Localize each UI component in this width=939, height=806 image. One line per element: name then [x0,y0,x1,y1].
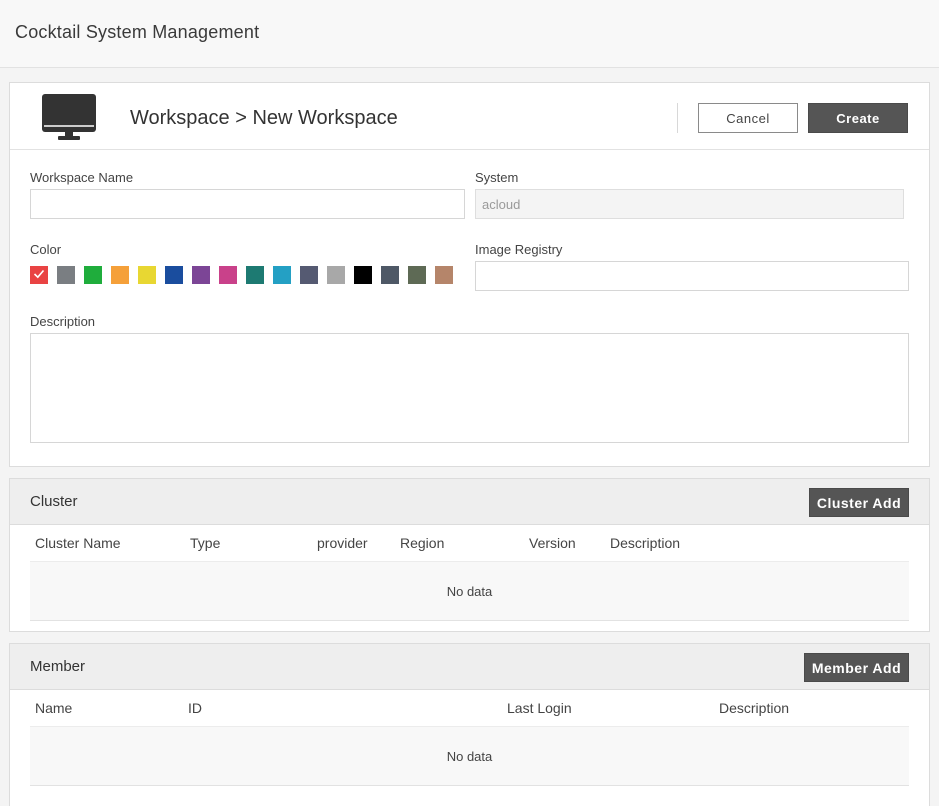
system-field [475,189,904,219]
column-header-version[interactable]: Version [529,535,576,551]
app-title: Cocktail System Management [15,22,260,42]
workspace-name-input[interactable] [30,189,465,219]
color-swatch[interactable] [246,266,264,284]
check-icon [33,269,45,279]
color-swatch[interactable] [381,266,399,284]
workspace-header: Workspace > New Workspace Cancel Create [10,83,929,150]
monitor-icon [42,94,96,140]
color-swatch[interactable] [300,266,318,284]
color-swatch[interactable] [219,266,237,284]
app-header: Cocktail System Management [0,0,939,68]
description-label: Description [30,314,96,329]
color-swatch[interactable] [30,266,48,284]
column-header-type[interactable]: Type [190,535,220,551]
color-swatch[interactable] [327,266,345,284]
cluster-title: Cluster [30,493,78,510]
column-header-region[interactable]: Region [400,535,444,551]
workspace-name-label: Workspace Name [30,170,134,185]
cluster-header: Cluster Cluster Add [10,479,929,525]
cluster-add-button[interactable]: Cluster Add [809,488,909,517]
color-swatch[interactable] [192,266,210,284]
member-header: Member Member Add [10,644,929,690]
header-divider [677,103,678,133]
system-label: System [475,170,519,185]
create-button[interactable]: Create [808,103,908,133]
column-header-member-description[interactable]: Description [719,700,789,716]
member-empty-row: No data [30,726,909,786]
color-swatch[interactable] [435,266,453,284]
cluster-panel: Cluster Cluster Add Cluster Name Type pr… [9,478,930,632]
workspace-panel: Workspace > New Workspace Cancel Create … [9,82,930,467]
image-registry-label: Image Registry [475,242,563,257]
member-title: Member [30,658,86,675]
column-header-last-login[interactable]: Last Login [507,700,572,716]
description-textarea[interactable] [30,333,909,443]
page-title: Workspace > New Workspace [130,107,398,129]
color-swatch[interactable] [354,266,372,284]
column-header-description[interactable]: Description [610,535,680,551]
cluster-empty-row: No data [30,561,909,621]
color-swatch[interactable] [84,266,102,284]
color-swatch[interactable] [165,266,183,284]
column-header-name[interactable]: Name [35,700,72,716]
color-swatch[interactable] [273,266,291,284]
column-header-id[interactable]: ID [188,700,202,716]
cancel-button[interactable]: Cancel [698,103,798,133]
color-swatch[interactable] [408,266,426,284]
color-swatch[interactable] [138,266,156,284]
color-swatch[interactable] [57,266,75,284]
member-panel: Member Member Add Name ID Last Login Des… [9,643,930,806]
color-label: Color [30,242,62,257]
member-add-button[interactable]: Member Add [804,653,909,682]
image-registry-input[interactable] [475,261,909,291]
color-swatch[interactable] [111,266,129,284]
column-header-provider[interactable]: provider [317,535,368,551]
column-header-cluster-name[interactable]: Cluster Name [35,535,121,551]
